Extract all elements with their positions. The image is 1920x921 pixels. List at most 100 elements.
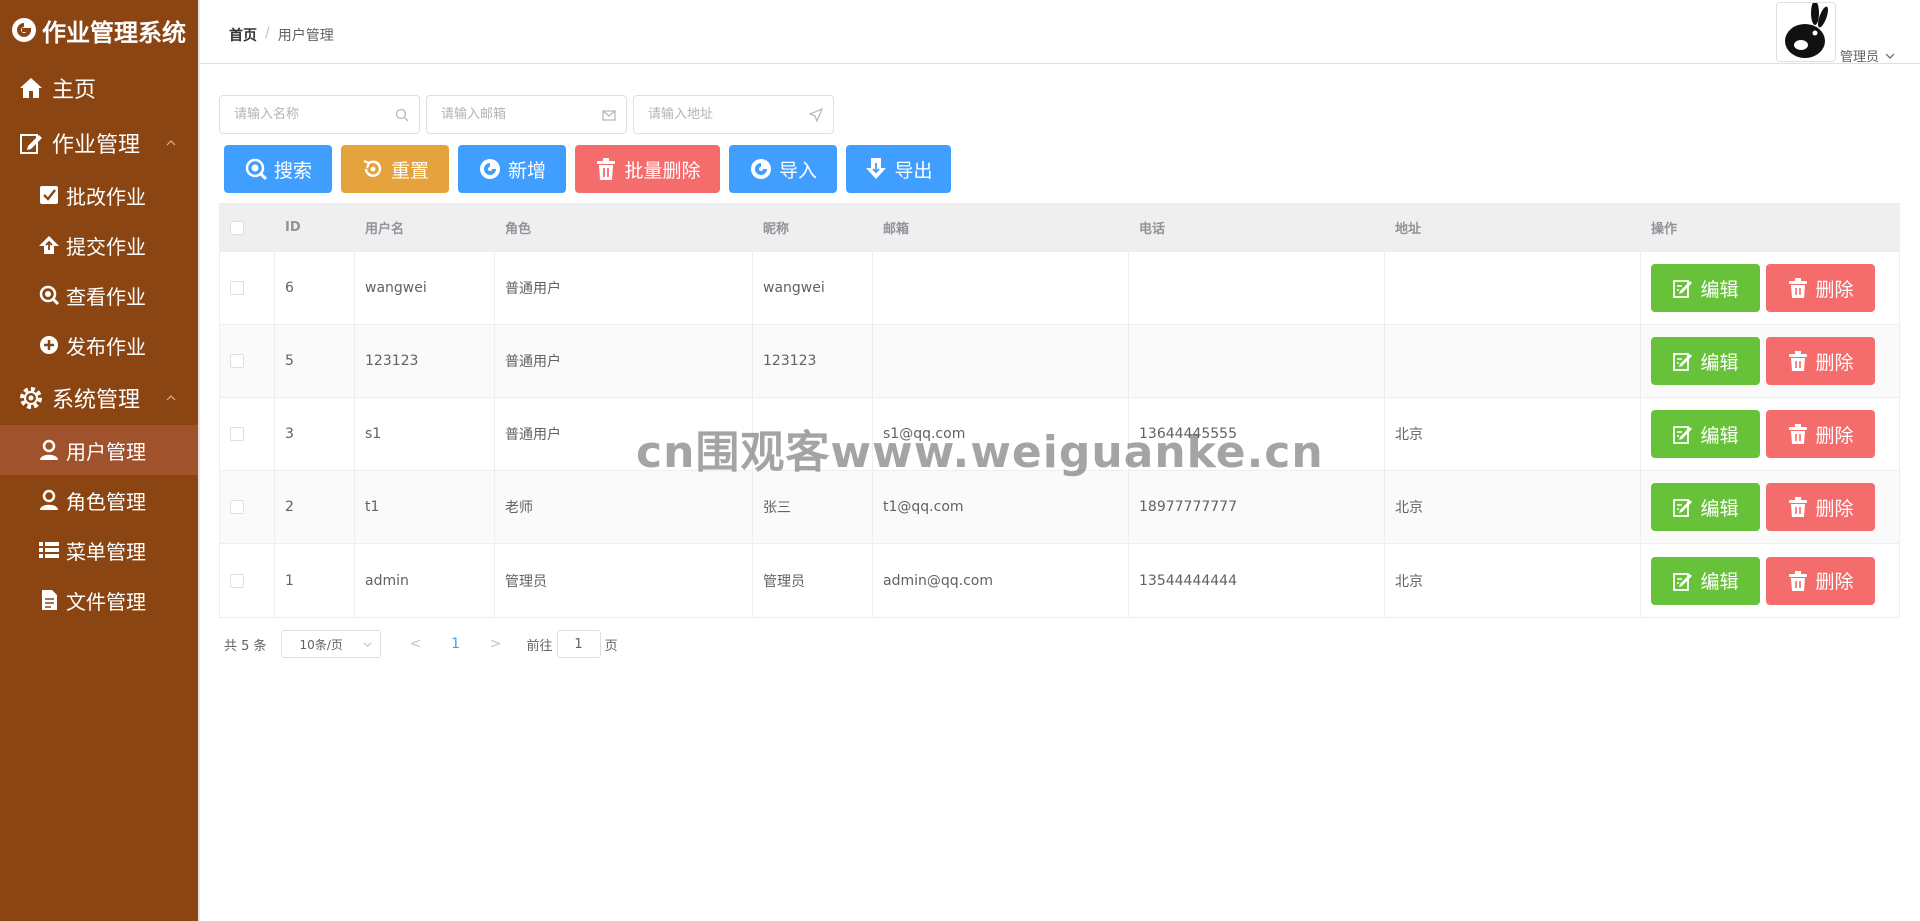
user-table: ID 用户名 角色 昵称 邮箱 电话 地址 操作 6 wangwei 普通用户 … — [219, 203, 1900, 618]
sidebar-item-publish-homework[interactable]: 发布作业 — [0, 320, 198, 370]
edit-icon — [20, 133, 42, 154]
row-checkbox[interactable] — [230, 500, 244, 514]
edit-button[interactable]: 编辑 — [1651, 556, 1760, 605]
gear-icon — [20, 386, 42, 409]
page-number-1[interactable]: 1 — [431, 636, 481, 652]
table-row: 1 admin 管理员 管理员 admin@qq.com 13544444444… — [220, 544, 1899, 617]
delete-button-label: 删除 — [1815, 571, 1854, 593]
batch-delete-button[interactable]: 批量删除 — [575, 145, 720, 193]
edit-button[interactable]: 编辑 — [1651, 337, 1760, 385]
cell-address: 北京 — [1385, 544, 1641, 617]
row-checkbox[interactable] — [230, 573, 244, 588]
chevron-down-icon — [1885, 53, 1895, 59]
header-id[interactable]: ID — [275, 204, 355, 251]
edit-button[interactable]: 编辑 — [1651, 264, 1760, 312]
trash-icon — [1789, 570, 1808, 591]
cell-role: 管理员 — [495, 544, 753, 617]
trash-icon — [597, 158, 616, 180]
address-search-field[interactable] — [633, 95, 834, 134]
breadcrumb-separator: / — [265, 25, 270, 41]
name-search-field[interactable] — [219, 95, 420, 134]
sidebar-item-homework-management[interactable]: 作业管理 — [0, 115, 198, 170]
cell-operations: 编辑 删除 — [1641, 252, 1899, 324]
edit-button[interactable]: 编辑 — [1651, 483, 1760, 531]
reset-button[interactable]: 重置 — [341, 145, 449, 193]
table-row: 3 s1 普通用户 s1@qq.com 13644445555 北京 编辑 删除 — [220, 398, 1899, 471]
avatar[interactable] — [1776, 2, 1836, 62]
user-name: 管理员 — [1840, 50, 1880, 65]
cell-phone: 13544444444 — [1129, 544, 1385, 617]
sidebar-item-view-homework[interactable]: 查看作业 — [0, 270, 198, 320]
pagination-total: 共 5 条 — [224, 638, 267, 654]
export-button[interactable]: 导出 — [846, 145, 951, 193]
search-icon — [395, 108, 409, 121]
sidebar-item-menu-management[interactable]: 菜单管理 — [0, 525, 198, 575]
email-search-field[interactable] — [426, 95, 627, 134]
cell-id: 5 — [275, 325, 355, 397]
header-role: 角色 — [505, 222, 532, 237]
goto-page-input[interactable] — [556, 630, 601, 658]
email-search-input[interactable] — [441, 107, 602, 122]
delete-button[interactable]: 删除 — [1766, 410, 1875, 458]
app-logo[interactable]: 作业管理系统 — [0, 0, 198, 60]
cell-email — [873, 325, 1129, 397]
breadcrumb-home[interactable]: 首页 — [229, 25, 257, 45]
cell-email: s1@qq.com — [873, 398, 1129, 470]
header-operations: 操作 — [1651, 222, 1678, 237]
cell-email: t1@qq.com — [873, 471, 1129, 543]
sidebar-item-home[interactable]: 主页 — [0, 60, 198, 115]
row-checkbox[interactable] — [230, 281, 244, 295]
home-icon — [20, 77, 42, 98]
plus-circle-icon — [750, 159, 771, 179]
sidebar-item-system-management[interactable]: 系统管理 — [0, 370, 198, 425]
cell-address — [1385, 252, 1641, 324]
delete-button[interactable]: 删除 — [1766, 556, 1875, 605]
sidebar-item-label: 批改作业 — [66, 184, 146, 209]
trash-icon — [1789, 351, 1808, 371]
sidebar-item-submit-homework[interactable]: 提交作业 — [0, 220, 198, 270]
sidebar-item-file-management[interactable]: 文件管理 — [0, 575, 198, 625]
edit-button[interactable]: 编辑 — [1651, 410, 1760, 458]
edit-button-label: 编辑 — [1700, 424, 1739, 447]
user-icon — [40, 439, 58, 460]
delete-button[interactable]: 删除 — [1766, 264, 1875, 312]
address-search-input[interactable] — [648, 107, 809, 122]
header-checkbox-cell — [220, 204, 275, 251]
user-menu[interactable]: 管理员 — [1840, 46, 1895, 65]
name-search-input[interactable] — [234, 107, 395, 122]
sidebar-item-user-management[interactable]: 用户管理 — [0, 425, 198, 475]
search-button[interactable]: 搜索 — [224, 145, 332, 193]
cell-nickname: 123123 — [753, 325, 873, 397]
sidebar-item-label: 系统管理 — [52, 387, 141, 413]
edit-button-label: 编辑 — [1700, 497, 1739, 520]
page-size-select[interactable]: 10条/页 — [280, 630, 381, 658]
edit-icon — [1673, 426, 1693, 444]
edit-icon — [1673, 280, 1693, 298]
delete-button[interactable]: 删除 — [1766, 483, 1875, 531]
edit-button-label: 编辑 — [1700, 351, 1739, 374]
export-button-label: 导出 — [894, 159, 933, 182]
toolbar: 搜索 重置 新增 批量删除 导入 导出 — [224, 145, 951, 193]
row-checkbox[interactable] — [230, 354, 244, 368]
import-button[interactable]: 导入 — [729, 145, 837, 193]
row-checkbox-cell — [220, 325, 275, 397]
cell-email: admin@qq.com — [873, 544, 1129, 617]
next-page-button[interactable]: > — [481, 636, 511, 652]
delete-button[interactable]: 删除 — [1766, 337, 1875, 385]
delete-button-label: 删除 — [1815, 351, 1854, 374]
table-row: 2 t1 老师 张三 t1@qq.com 18977777777 北京 编辑 删… — [220, 471, 1899, 544]
row-checkbox[interactable] — [230, 427, 244, 441]
user-icon — [40, 489, 58, 510]
header-nickname: 昵称 — [763, 222, 790, 237]
sidebar-item-grade-homework[interactable]: 批改作业 — [0, 170, 198, 220]
select-all-checkbox[interactable] — [230, 220, 244, 235]
cell-username: wangwei — [355, 252, 495, 324]
import-button-label: 导入 — [778, 159, 817, 182]
table-row: 6 wangwei 普通用户 wangwei 编辑 删除 — [220, 252, 1899, 325]
app-title: 作业管理系统 — [42, 18, 186, 47]
prev-page-button[interactable]: < — [401, 636, 431, 652]
sidebar-item-role-management[interactable]: 角色管理 — [0, 475, 198, 525]
header-email: 邮箱 — [883, 222, 910, 237]
add-button[interactable]: 新增 — [458, 145, 566, 193]
edit-button-label: 编辑 — [1700, 278, 1739, 301]
